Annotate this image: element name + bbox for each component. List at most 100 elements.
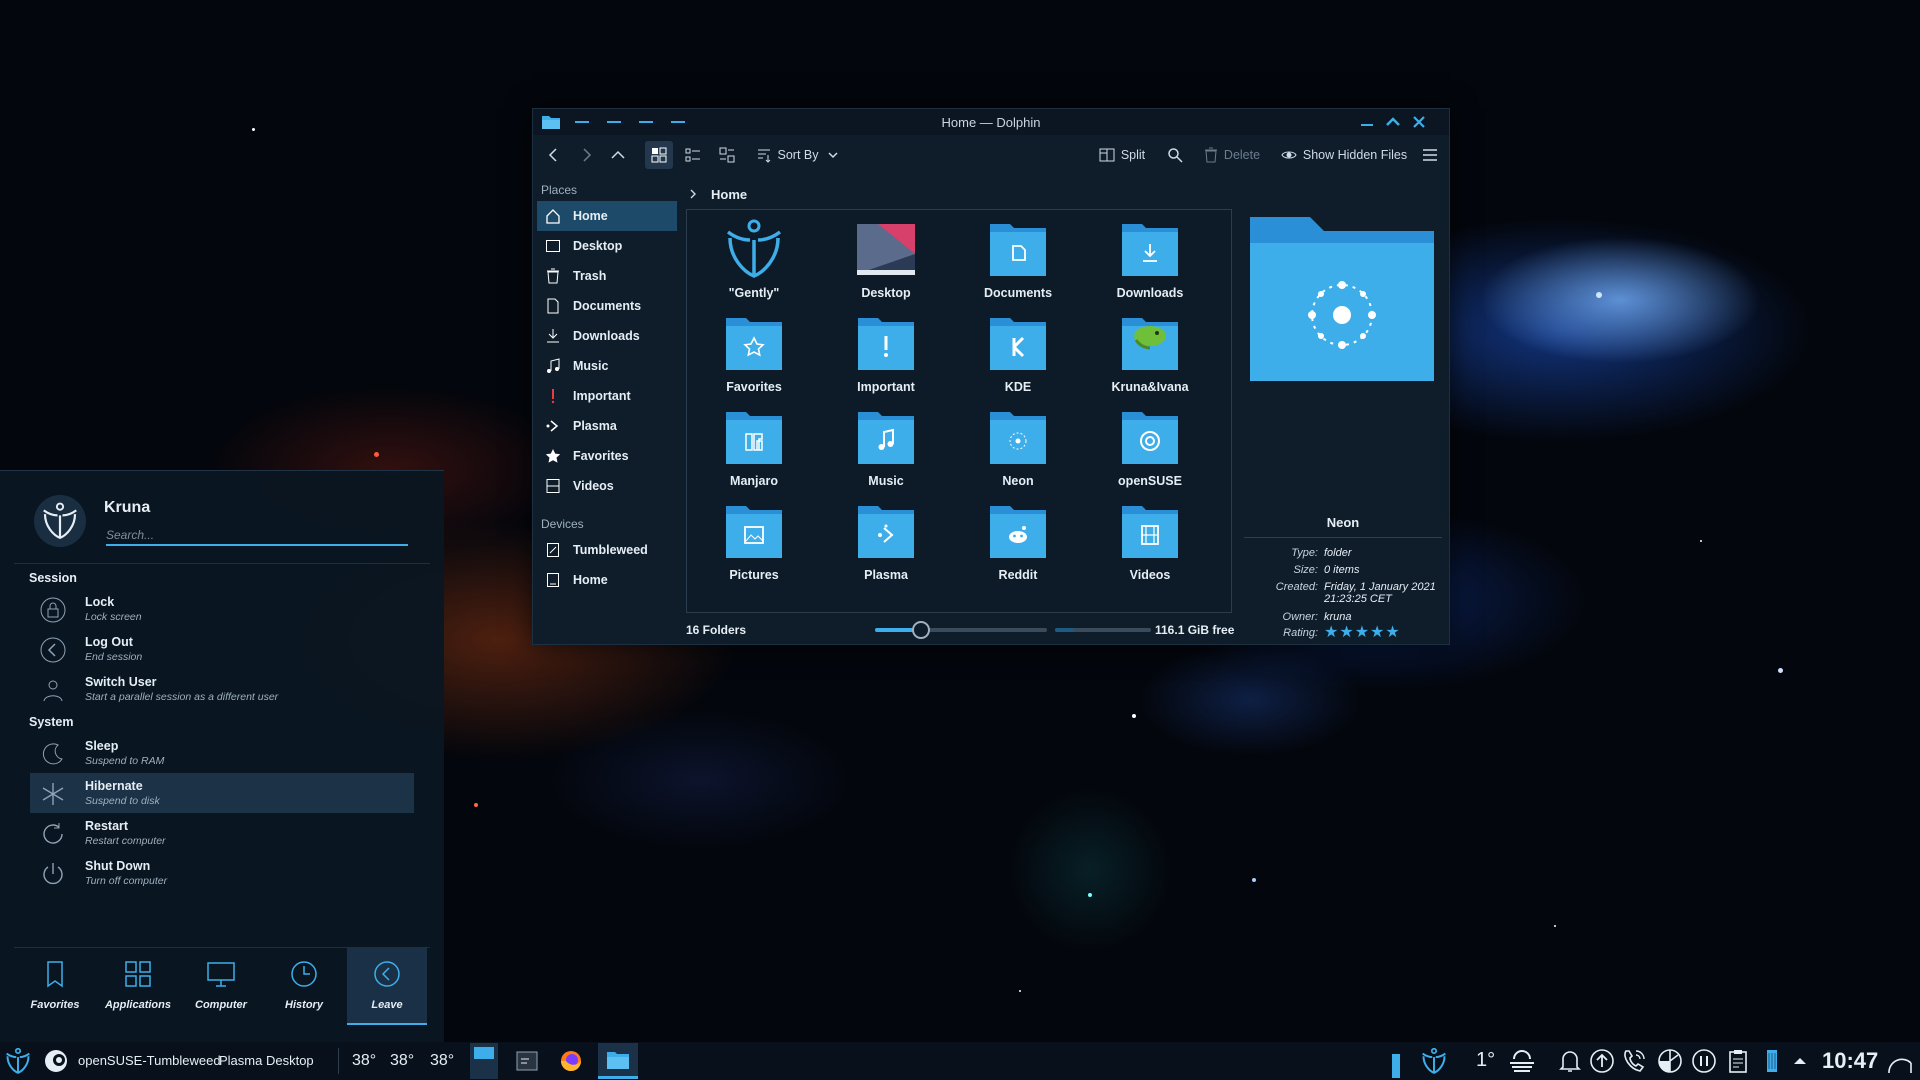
- icons-view-button[interactable]: [645, 141, 673, 169]
- places-item-plasma[interactable]: Plasma: [537, 411, 677, 441]
- launcher-gently-icon[interactable]: [4, 1047, 32, 1075]
- details-view-button[interactable]: [713, 141, 741, 169]
- up-button[interactable]: [605, 141, 631, 169]
- task-dolphin[interactable]: [598, 1043, 638, 1079]
- digital-clock[interactable]: 10:47: [1822, 1048, 1878, 1074]
- log-out-button[interactable]: Log Out End session: [30, 629, 414, 669]
- tray-expander-icon[interactable]: [1790, 1051, 1810, 1071]
- tab-favorites[interactable]: Favorites: [15, 947, 95, 1025]
- places-item-music[interactable]: Music: [537, 351, 677, 381]
- places-item-favorites[interactable]: Favorites: [537, 441, 677, 471]
- devices-section-title: Devices: [541, 517, 584, 531]
- show-hidden-files-button[interactable]: Show Hidden Files: [1279, 141, 1409, 169]
- folder-favorites[interactable]: Favorites: [689, 312, 819, 402]
- sleep-button[interactable]: Sleep Suspend to RAM: [30, 733, 414, 773]
- shut-down-button[interactable]: Shut Down Turn off computer: [30, 853, 414, 893]
- lock-icon: [40, 597, 66, 623]
- folder-videos[interactable]: Videos: [1085, 500, 1215, 590]
- switch-user-button[interactable]: Switch User Start a parallel session as …: [30, 669, 414, 709]
- virtual-desktop-pager[interactable]: [470, 1043, 498, 1079]
- folder-kde[interactable]: KDE: [953, 312, 1083, 402]
- avatar[interactable]: [34, 495, 86, 547]
- tab-label: Computer: [195, 999, 247, 1011]
- places-item-important[interactable]: Important: [537, 381, 677, 411]
- folder-desktop[interactable]: Desktop: [821, 218, 951, 308]
- forward-button[interactable]: [573, 141, 599, 169]
- breadcrumb-home[interactable]: Home: [711, 187, 747, 202]
- titlebar[interactable]: Home — Dolphin: [533, 109, 1449, 135]
- folder-gently[interactable]: "Gently": [689, 218, 819, 308]
- places-item-videos[interactable]: Videos: [537, 471, 677, 501]
- folder-important[interactable]: Important: [821, 312, 951, 402]
- breadcrumb[interactable]: Home: [687, 182, 747, 206]
- maximize-button[interactable]: [1383, 112, 1403, 132]
- download-icon: [543, 326, 563, 346]
- places-item-trash[interactable]: Trash: [537, 261, 677, 291]
- info-key: Type:: [1291, 547, 1318, 559]
- favorites-folder-icon: [722, 312, 786, 374]
- folder-pictures[interactable]: Pictures: [689, 500, 819, 590]
- minimize-button[interactable]: [1357, 112, 1377, 132]
- sort-by-button[interactable]: Sort By: [749, 141, 845, 169]
- tab-leave[interactable]: Leave: [347, 947, 427, 1025]
- tab-history[interactable]: History: [264, 947, 344, 1025]
- tab-applications[interactable]: Applications: [98, 947, 178, 1025]
- task-firefox[interactable]: [556, 1046, 586, 1076]
- places-item-desktop[interactable]: Desktop: [537, 231, 677, 261]
- clipboard-icon[interactable]: [1724, 1047, 1752, 1075]
- zoom-slider-handle[interactable]: [912, 621, 931, 639]
- search-button[interactable]: [1161, 141, 1189, 169]
- task-terminal[interactable]: [512, 1046, 542, 1076]
- delete-button[interactable]: Delete: [1197, 141, 1267, 169]
- hamburger-menu-button[interactable]: [1417, 141, 1443, 169]
- weather-temp[interactable]: 1°: [1476, 1049, 1495, 1072]
- tab-computer[interactable]: Computer: [181, 947, 261, 1025]
- folder-neon[interactable]: Neon: [953, 406, 1083, 496]
- folder-opensuse[interactable]: openSUSE: [1085, 406, 1215, 496]
- tab-label: Leave: [371, 999, 403, 1011]
- places-item-downloads[interactable]: Downloads: [537, 321, 677, 351]
- gently-tray-icon[interactable]: [1420, 1047, 1448, 1075]
- delete-label: Delete: [1223, 148, 1261, 162]
- weather-fog-icon[interactable]: [1508, 1047, 1536, 1075]
- apps-grid-icon: [125, 961, 151, 987]
- show-desktop-icon[interactable]: [1886, 1047, 1914, 1075]
- battery-indicator[interactable]: [1392, 1054, 1400, 1078]
- folder-label: Music: [868, 474, 904, 488]
- notifications-bell-icon[interactable]: [1556, 1047, 1584, 1075]
- close-button[interactable]: [1409, 112, 1429, 132]
- device-item-home[interactable]: Home: [537, 565, 677, 595]
- back-button[interactable]: [541, 141, 567, 169]
- media-pause-icon[interactable]: [1690, 1047, 1718, 1075]
- places-item-documents[interactable]: Documents: [537, 291, 677, 321]
- kde-connect-icon[interactable]: [1620, 1047, 1648, 1075]
- documents-folder-icon: [986, 218, 1050, 280]
- places-item-home[interactable]: Home: [537, 201, 677, 231]
- folder-manjaro[interactable]: Manjaro: [689, 406, 819, 496]
- device-item-tumbleweed[interactable]: Tumbleweed: [537, 535, 677, 565]
- split-button[interactable]: Split: [1093, 141, 1151, 169]
- folder-music[interactable]: Music: [821, 406, 951, 496]
- zoom-slider[interactable]: [875, 621, 1047, 639]
- restart-button[interactable]: Restart Restart computer: [30, 813, 414, 853]
- important-folder-icon: [854, 312, 918, 374]
- folder-reddit[interactable]: Reddit: [953, 500, 1083, 590]
- trash-icon: [1204, 147, 1217, 163]
- opensuse-logo-icon[interactable]: [42, 1047, 70, 1075]
- hibernate-button[interactable]: Hibernate Suspend to disk: [30, 773, 414, 813]
- preview-folder-icon: [1248, 213, 1436, 383]
- folder-kruna-ivana[interactable]: Kruna&Ivana: [1085, 312, 1215, 402]
- folder-plasma[interactable]: Plasma: [821, 500, 951, 590]
- tab-label: Applications: [104, 999, 171, 1011]
- file-view[interactable]: "Gently" Desktop Documents Downloads Fav…: [686, 209, 1232, 613]
- folder-downloads[interactable]: Downloads: [1085, 218, 1215, 308]
- monitor-icon: [207, 962, 235, 987]
- updates-icon[interactable]: [1588, 1047, 1616, 1075]
- compact-view-button[interactable]: [679, 141, 707, 169]
- folder-documents[interactable]: Documents: [953, 218, 1083, 308]
- audio-volume-icon[interactable]: [1656, 1047, 1684, 1075]
- lock-button[interactable]: Lock Lock screen: [30, 589, 414, 629]
- info-type-row: Type: folder: [1238, 547, 1448, 559]
- search-input[interactable]: [106, 526, 408, 546]
- battery-icon[interactable]: [1758, 1047, 1786, 1075]
